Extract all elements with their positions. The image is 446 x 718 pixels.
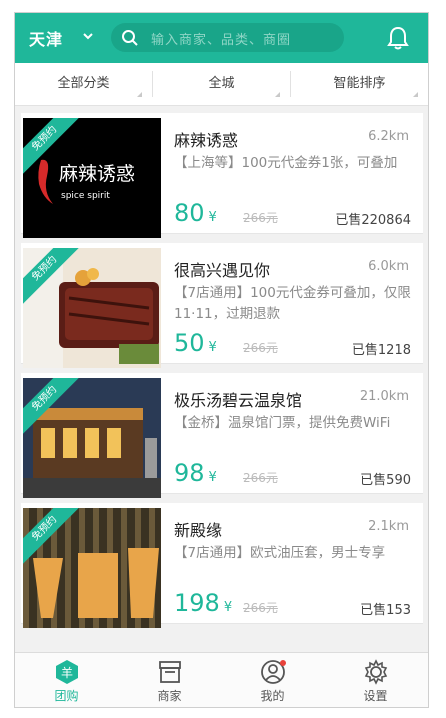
deal-card[interactable]: 免预约 极乐汤碧云温泉馆 21.0km 【金桥】温泉馆门票，提供免费WiFi 9… — [21, 373, 423, 498]
currency-symbol: ¥ — [223, 600, 233, 615]
gear-icon — [364, 659, 388, 685]
deal-price: 50 ¥ — [174, 329, 217, 357]
filter-category-label: 全部分类 — [57, 76, 110, 91]
deal-image: 免预约 — [23, 378, 161, 498]
dropdown-corner-icon — [137, 92, 142, 97]
deal-distance: 2.1km — [368, 519, 409, 534]
dropdown-corner-icon — [275, 92, 280, 97]
tab-label: 团购 — [54, 689, 79, 703]
currency-symbol: ¥ — [208, 210, 217, 225]
tab-groupbuy[interactable]: 羊 团购 — [15, 653, 118, 707]
deal-name: 新殿缘 — [174, 521, 223, 540]
filter-bar: 全部分类 全城 智能排序 — [15, 63, 428, 106]
store-icon — [159, 661, 181, 683]
logo-text: 麻辣诱惑 — [59, 163, 135, 185]
sold-count: 已售590 — [360, 473, 411, 488]
sold-count: 已售153 — [360, 603, 411, 618]
city-selector-label[interactable]: 天津 — [29, 26, 63, 50]
bell-icon[interactable] — [386, 25, 410, 51]
deal-name: 很高兴遇见你 — [174, 261, 271, 280]
sold-count: 已售220864 — [335, 213, 411, 228]
deal-description: 【7店通用】欧式油压套，男士专享 — [174, 545, 386, 561]
tab-label: 商家 — [157, 689, 182, 703]
currency-symbol: ¥ — [208, 340, 217, 355]
deal-distance: 6.2km — [368, 129, 409, 144]
filter-sort-label: 智能排序 — [333, 76, 386, 91]
original-price: 266元 — [243, 211, 278, 225]
deal-card[interactable]: 麻辣诱惑 spice spirit 免预约 麻辣诱惑 6.2km 【上海等】10… — [21, 113, 423, 238]
deal-price: 80 ¥ — [174, 199, 217, 227]
logo-subtext: spice spirit — [61, 191, 110, 201]
tab-settings[interactable]: 设置 — [324, 653, 427, 707]
tab-profile[interactable]: 我的 — [221, 653, 324, 707]
tab-label: 设置 — [363, 689, 388, 703]
search-placeholder: 输入商家、品类、商圈 — [151, 33, 292, 48]
original-price: 266元 — [243, 471, 278, 485]
dropdown-corner-icon — [413, 92, 418, 97]
price-value: 50 — [174, 329, 205, 357]
filter-sort[interactable]: 智能排序 — [291, 63, 428, 105]
deal-distance: 21.0km — [359, 389, 409, 404]
filter-area-label: 全城 — [208, 76, 235, 91]
sold-count: 已售1218 — [351, 343, 411, 358]
search-icon — [122, 30, 138, 46]
svg-text:羊: 羊 — [61, 665, 73, 680]
phone-screen: 天津 输入商家、品类、商圈 全部分类 全城 智能排序 麻辣诱惑 spice sp… — [14, 12, 429, 708]
original-price: 266元 — [243, 341, 278, 355]
currency-symbol: ¥ — [208, 470, 217, 485]
search-input[interactable]: 输入商家、品类、商圈 — [111, 23, 344, 52]
price-value: 80 — [174, 199, 205, 227]
profile-icon — [261, 660, 286, 684]
deal-card[interactable]: 免预约 新殿缘 2.1km 【7店通用】欧式油压套，男士专享 198 ¥ 266元… — [21, 503, 423, 628]
filter-area[interactable]: 全城 — [153, 63, 290, 105]
top-bar: 天津 输入商家、品类、商圈 — [15, 13, 428, 63]
deal-description: 【上海等】100元代金券1张，可叠加 — [174, 155, 398, 171]
bottom-tab-bar: 羊 团购 商家 我的 设置 — [15, 652, 428, 707]
deal-card[interactable]: 免预约 很高兴遇见你 6.0km 【7店通用】100元代金券可叠加，仅限11·1… — [21, 243, 423, 368]
deal-image: 免预约 — [23, 508, 161, 628]
deal-description: 【7店通用】100元代金券可叠加，仅限11·11，过期退款 — [174, 285, 411, 322]
deal-price: 198 ¥ — [174, 589, 232, 617]
groupbuy-icon: 羊 — [56, 660, 78, 684]
filter-category[interactable]: 全部分类 — [15, 63, 152, 105]
tab-label: 我的 — [260, 689, 285, 703]
chevron-down-icon[interactable] — [83, 31, 93, 41]
deal-image: 麻辣诱惑 spice spirit 免预约 — [23, 118, 161, 238]
tab-store[interactable]: 商家 — [118, 653, 221, 707]
deal-name: 极乐汤碧云温泉馆 — [174, 391, 303, 410]
deal-description: 【金桥】温泉馆门票，提供免费WiFi — [174, 415, 391, 431]
deal-name: 麻辣诱惑 — [174, 131, 239, 150]
deal-price: 98 ¥ — [174, 459, 217, 487]
price-value: 98 — [174, 459, 205, 487]
deal-distance: 6.0km — [368, 259, 409, 274]
price-value: 198 — [174, 589, 220, 617]
original-price: 266元 — [243, 601, 278, 615]
deal-image: 免预约 — [23, 248, 161, 368]
